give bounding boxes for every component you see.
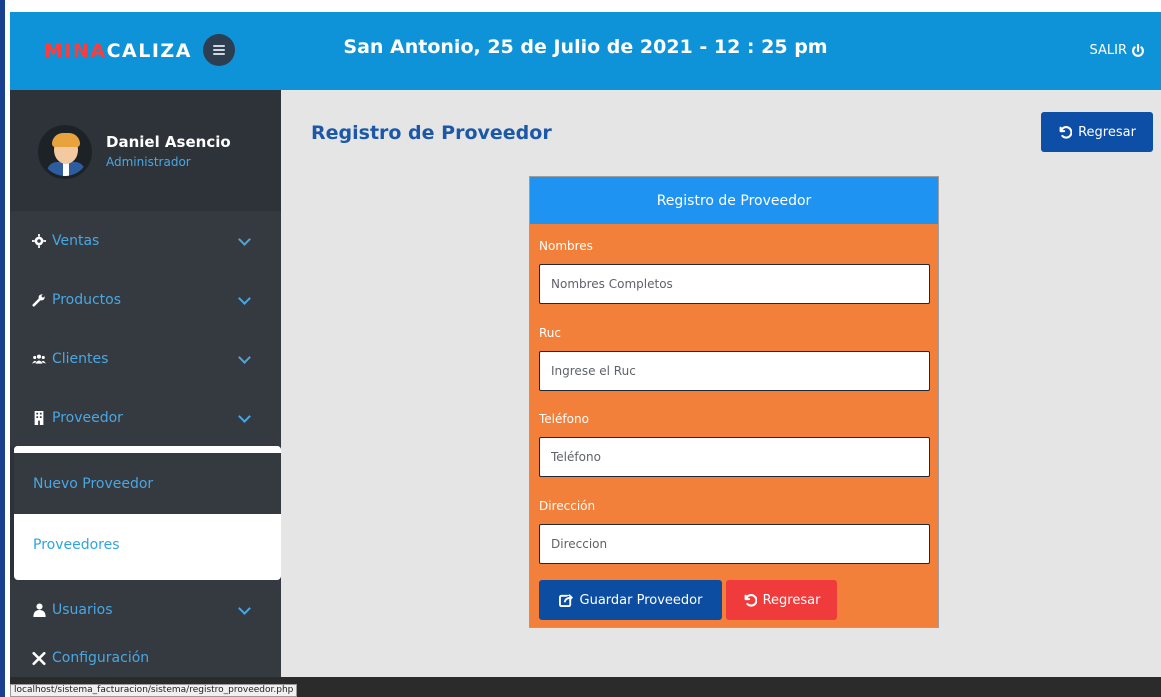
gear-icon — [32, 233, 46, 248]
brand-logo[interactable]: MINACALIZA — [44, 40, 192, 62]
main-content: Registro de Proveedor Regresar Registro … — [281, 90, 1161, 677]
submenu-item-label: Proveedores — [33, 536, 120, 553]
sidebar-item-label: Productos — [52, 291, 122, 308]
back-button-form[interactable]: Regresar — [726, 580, 837, 620]
nombres-input[interactable] — [539, 264, 930, 304]
direccion-label: Dirección — [539, 499, 596, 513]
share-icon — [558, 593, 573, 607]
logout-label: SALIR — [1089, 43, 1128, 58]
submenu-item-label: Nuevo Proveedor — [33, 475, 154, 492]
wrench-icon — [32, 293, 46, 307]
hamburger-icon — [213, 43, 225, 57]
sidebar-item-proveedor[interactable]: Proveedor — [10, 388, 281, 447]
menu-toggle-button[interactable] — [203, 34, 235, 66]
sidebar-item-configuracion[interactable]: Configuración — [10, 639, 281, 677]
direccion-input[interactable] — [539, 524, 930, 564]
logout-button[interactable]: SALIR — [1090, 43, 1146, 58]
nombres-label: Nombres — [539, 239, 593, 253]
back-button-top[interactable]: Regresar — [1041, 112, 1153, 152]
save-provider-label: Guardar Proveedor — [579, 592, 703, 608]
sidebar-item-ventas[interactable]: Ventas — [10, 211, 281, 270]
user-icon — [32, 602, 46, 617]
brand-part-mina: MINA — [44, 40, 107, 62]
provider-form: Registro de Proveedor Nombres Ruc Teléfo… — [529, 176, 939, 628]
submenu-item-nuevo-proveedor[interactable]: Nuevo Proveedor — [14, 453, 281, 514]
user-role: Administrador — [106, 155, 191, 169]
top-strip — [10, 0, 1161, 12]
telefono-label: Teléfono — [539, 412, 589, 426]
tools-icon — [32, 651, 46, 665]
undo-icon — [744, 594, 757, 607]
sidebar-item-label: Clientes — [52, 350, 109, 367]
page-title: Registro de Proveedor — [311, 122, 552, 144]
chevron-down-icon — [238, 410, 251, 423]
sidebar-item-productos[interactable]: Productos — [10, 270, 281, 329]
sidebar: Daniel Asencio Administrador Ventas Prod… — [10, 90, 281, 677]
sidebar-item-clientes[interactable]: Clientes — [10, 329, 281, 388]
save-provider-button[interactable]: Guardar Proveedor — [539, 580, 722, 620]
chevron-down-icon — [238, 292, 251, 305]
back-button-label: Regresar — [1078, 124, 1136, 140]
back-form-label: Regresar — [762, 592, 821, 608]
building-icon — [32, 410, 46, 425]
telefono-input[interactable] — [539, 437, 930, 477]
sidebar-item-label: Configuración — [52, 650, 150, 666]
brand-part-caliza: CALIZA — [106, 40, 192, 62]
chevron-down-icon — [238, 602, 251, 615]
sidebar-item-label: Ventas — [52, 232, 100, 249]
chevron-down-icon — [238, 233, 251, 246]
power-icon — [1132, 43, 1144, 57]
user-name: Daniel Asencio — [106, 133, 231, 151]
form-header: Registro de Proveedor — [530, 177, 938, 224]
undo-icon — [1059, 126, 1073, 139]
ruc-label: Ruc — [539, 326, 562, 340]
top-header: MINACALIZA San Antonio, 25 de Julio de 2… — [10, 12, 1161, 90]
status-bar-url: localhost/sistema_facturacion/sistema/re… — [10, 684, 298, 697]
users-icon — [32, 352, 46, 366]
submenu-item-proveedores[interactable]: Proveedores — [14, 514, 281, 575]
ruc-input[interactable] — [539, 351, 930, 391]
user-card: Daniel Asencio Administrador — [10, 90, 281, 211]
chevron-down-icon — [238, 351, 251, 364]
sidebar-item-label: Usuarios — [52, 601, 113, 618]
sidebar-item-usuarios[interactable]: Usuarios — [10, 580, 281, 639]
app-frame: MINACALIZA San Antonio, 25 de Julio de 2… — [0, 0, 1161, 697]
sidebar-item-label: Proveedor — [52, 409, 123, 426]
avatar — [38, 125, 92, 179]
proveedor-submenu: Nuevo Proveedor Proveedores — [14, 446, 281, 580]
